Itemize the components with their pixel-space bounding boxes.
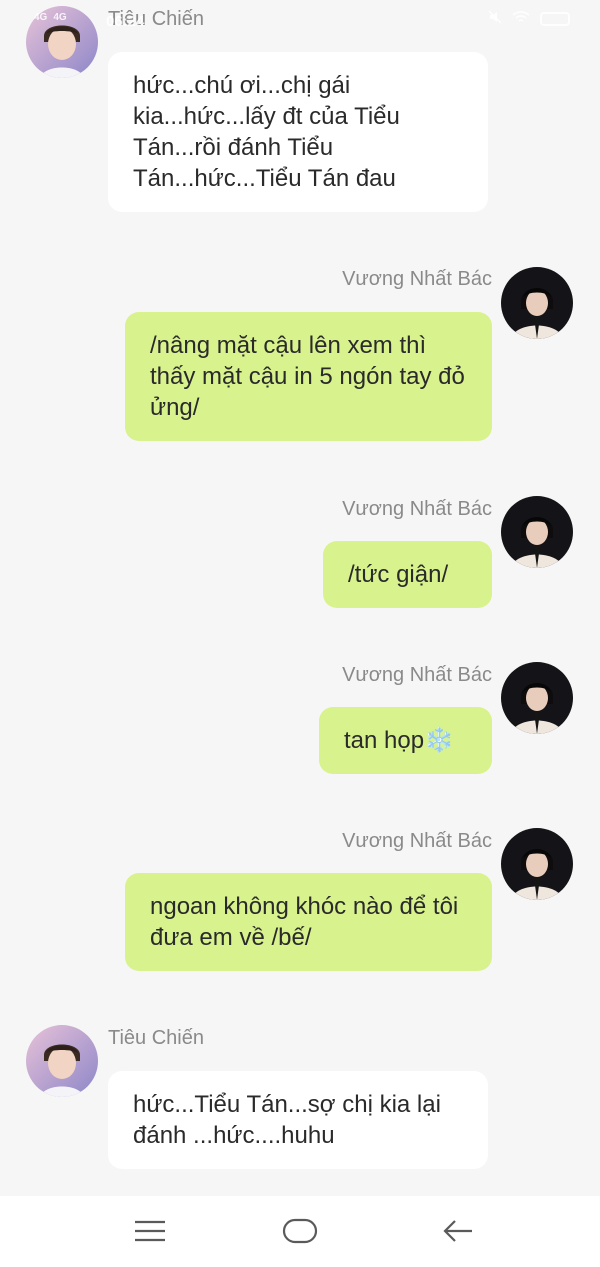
sender-name: Vương Nhất Bác	[342, 268, 492, 290]
hamburger-menu-icon	[135, 1220, 165, 1242]
mute-icon	[488, 10, 502, 27]
status-icons	[488, 10, 570, 27]
avatar[interactable]	[501, 662, 573, 734]
status-bar: 4G 4G 06:24	[0, 0, 600, 42]
avatar[interactable]	[501, 267, 573, 339]
message-bubble[interactable]: hức...Tiểu Tán...sợ chị kia lại đánh ...…	[108, 1071, 488, 1169]
navigation-bar	[0, 1196, 600, 1267]
sender-name: Vương Nhất Bác	[342, 498, 492, 520]
message-bubble[interactable]: hức...chú ơi...chị gái kia...hức...lấy đ…	[108, 52, 488, 212]
wifi-icon	[512, 10, 530, 27]
battery-icon	[540, 11, 570, 26]
sender-name: Tiêu Chiến	[108, 1027, 204, 1049]
sender-name: Vương Nhất Bác	[342, 830, 492, 852]
sender-name: Vương Nhất Bác	[342, 664, 492, 686]
back-button[interactable]	[438, 1214, 478, 1248]
menu-button[interactable]	[130, 1214, 170, 1248]
message-bubble[interactable]: /tức giận/	[323, 541, 492, 608]
avatar[interactable]	[501, 496, 573, 568]
network-1-label: 4G	[34, 12, 48, 23]
network-indicators: 4G 4G	[34, 12, 67, 23]
rounded-rectangle-home-icon	[282, 1218, 318, 1244]
message-bubble[interactable]: /nâng mặt cậu lên xem thì thấy mặt cậu i…	[125, 312, 492, 441]
avatar-vuong-nhat-bac-image	[501, 496, 573, 568]
left-arrow-back-icon	[443, 1220, 472, 1242]
avatar[interactable]	[26, 1025, 98, 1097]
avatar-vuong-nhat-bac-image	[501, 662, 573, 734]
avatar-tieu-chien-image	[26, 1025, 98, 1097]
home-button[interactable]	[280, 1214, 320, 1248]
network-2-label: 4G	[53, 12, 67, 23]
avatar-vuong-nhat-bac-image	[501, 828, 573, 900]
status-time: 06:24	[106, 13, 145, 30]
message-bubble[interactable]: tan họp❄️	[319, 707, 492, 774]
avatar[interactable]	[501, 828, 573, 900]
message-bubble[interactable]: ngoan không khóc nào để tôi đưa em về /b…	[125, 873, 492, 971]
avatar-vuong-nhat-bac-image	[501, 267, 573, 339]
